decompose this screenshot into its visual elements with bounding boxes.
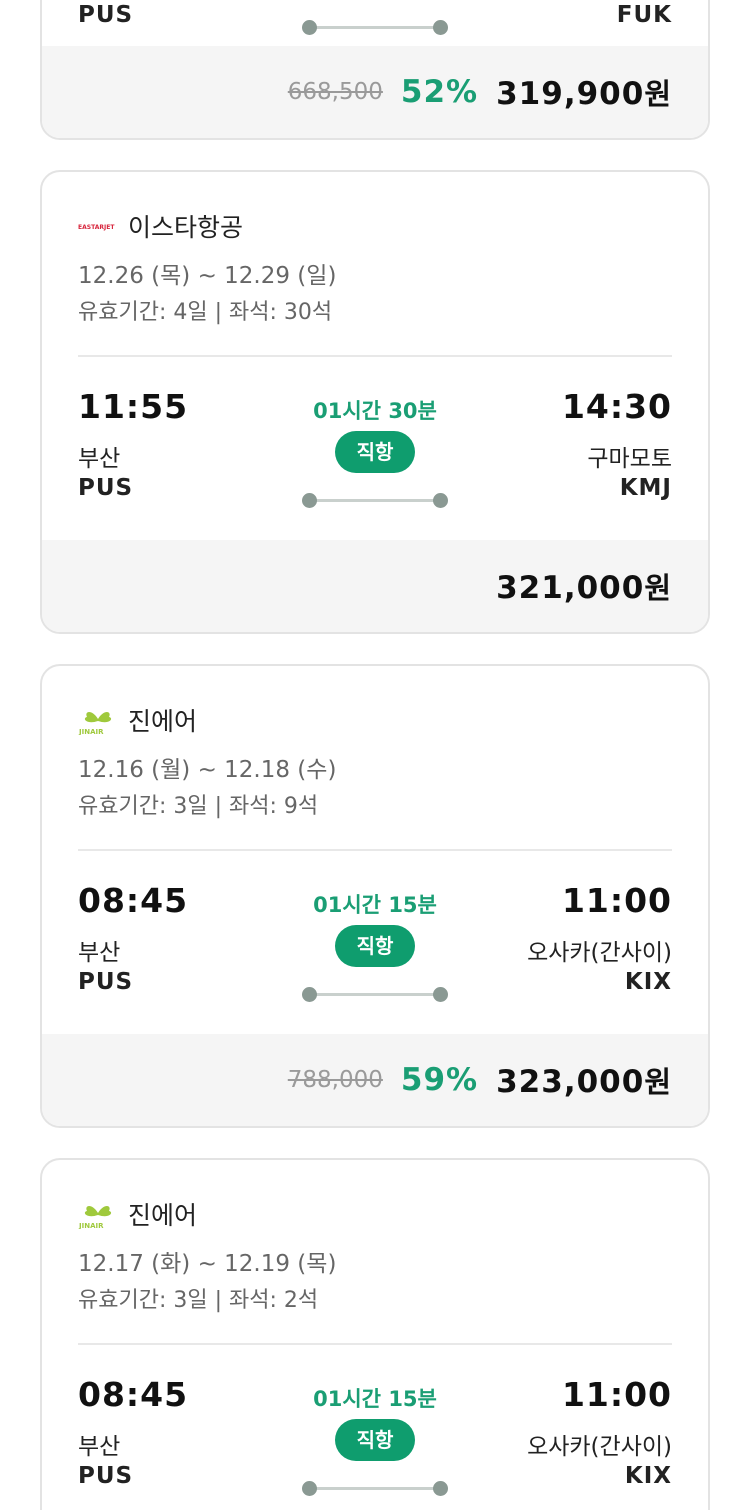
deal-card[interactable]: JINAIR 진에어 12.17 (화) ~ 12.19 (목) 유효기간: 3… <box>40 1158 710 1510</box>
flight-row: 08:45 부산 PUS 01시간 15분 직항 11:00 오사카(간사이) … <box>78 851 672 1003</box>
departure-code: PUS <box>78 1463 134 1489</box>
arrival-time: 14:30 <box>561 387 672 426</box>
price-area: 788,000 59% 323,000원 <box>42 1034 708 1126</box>
airline-name: 이스타항공 <box>128 213 244 242</box>
airline-name: 진에어 <box>128 707 198 736</box>
arrival-dot <box>433 20 448 35</box>
route-bar <box>310 499 440 502</box>
arrival-dot <box>433 493 448 508</box>
currency-unit: 원 <box>644 1065 672 1099</box>
departure-dot <box>302 493 317 508</box>
arrival-code: KMJ <box>619 475 672 501</box>
jinair-logo-icon: JINAIR <box>78 1199 118 1229</box>
departure-code: PUS <box>78 2 134 28</box>
svg-text:JINAIR: JINAIR <box>78 728 104 735</box>
flight-row: 08:45 부산 PUS 01시간 15분 직항 11:00 오사카(간사이) … <box>78 1345 672 1497</box>
sale-price: 323,000원 <box>496 1059 672 1101</box>
arrival-code: KIX <box>624 969 672 995</box>
original-price: 668,500 <box>287 79 383 105</box>
svg-text:JINAIR: JINAIR <box>78 1222 104 1229</box>
price-amount: 321,000 <box>496 570 645 606</box>
departure-dot <box>302 987 317 1002</box>
departure-dot <box>302 20 317 35</box>
route-line <box>302 987 448 1003</box>
deal-list: PUS FUK 668,500 52% 319,900원 EASTAR JET <box>0 0 750 1510</box>
currency-unit: 원 <box>644 77 672 111</box>
validity-seats: 유효기간: 3일 | 좌석: 9석 <box>78 794 319 819</box>
direct-flight-badge: 직항 <box>335 925 415 967</box>
flight-row: PUS FUK <box>78 0 672 36</box>
price-amount: 319,900 <box>496 76 645 112</box>
departure-city: 부산 <box>78 940 121 966</box>
arrival-city: 오사카(간사이) <box>527 1434 672 1460</box>
departure-code: PUS <box>78 475 134 501</box>
airline-row: JINAIR 진에어 <box>78 698 672 742</box>
price-area: 668,500 52% 319,900원 <box>42 46 708 138</box>
sale-price: 319,900원 <box>496 71 672 113</box>
travel-dates: 12.17 (화) ~ 12.19 (목) <box>78 1251 337 1277</box>
validity-seats: 유효기간: 3일 | 좌석: 2석 <box>78 1288 319 1313</box>
flight-row: 11:55 부산 PUS 01시간 30분 직항 14:30 구마모토 KMJ <box>78 357 672 509</box>
departure-city: 부산 <box>78 1434 121 1460</box>
route-line <box>302 1481 448 1497</box>
airline-row: JINAIR 진에어 <box>78 1192 672 1236</box>
discount-rate: 59% <box>400 1062 479 1098</box>
deal-card[interactable]: PUS FUK 668,500 52% 319,900원 <box>40 0 710 140</box>
departure-code: PUS <box>78 969 134 995</box>
currency-unit: 원 <box>644 571 672 605</box>
arrival-dot <box>433 1481 448 1496</box>
price-area: 321,000원 <box>42 540 708 632</box>
validity-seats: 유효기간: 4일 | 좌석: 30석 <box>78 300 333 325</box>
deal-card[interactable]: EASTAR JET 이스타항공 12.26 (목) ~ 12.29 (일) 유… <box>40 170 710 634</box>
departure-city: 부산 <box>78 446 121 472</box>
route-bar <box>310 1487 440 1490</box>
arrival-city: 구마모토 <box>587 446 672 472</box>
arrival-dot <box>433 987 448 1002</box>
original-price: 788,000 <box>287 1067 383 1093</box>
arrival-city: 오사카(간사이) <box>527 940 672 966</box>
arrival-time: 11:00 <box>561 881 672 920</box>
price-amount: 323,000 <box>496 1064 645 1100</box>
eastar-jet-logo-icon: EASTAR JET <box>78 211 118 241</box>
discount-rate: 52% <box>400 74 479 110</box>
arrival-time: 11:00 <box>561 1375 672 1414</box>
route-line <box>302 20 448 36</box>
route-line <box>302 493 448 509</box>
svg-text:JET: JET <box>103 224 115 231</box>
arrival-code: FUK <box>616 2 672 28</box>
sale-price: 321,000원 <box>496 565 672 607</box>
travel-dates: 12.16 (월) ~ 12.18 (수) <box>78 757 337 783</box>
arrival-code: KIX <box>624 1463 672 1489</box>
departure-dot <box>302 1481 317 1496</box>
airline-name: 진에어 <box>128 1201 198 1230</box>
direct-flight-badge: 직항 <box>335 1419 415 1461</box>
route-bar <box>310 993 440 996</box>
airline-row: EASTAR JET 이스타항공 <box>78 204 672 248</box>
svg-text:EASTAR: EASTAR <box>78 224 104 231</box>
route-bar <box>310 26 440 29</box>
direct-flight-badge: 직항 <box>335 431 415 473</box>
travel-dates: 12.26 (목) ~ 12.29 (일) <box>78 263 337 289</box>
jinair-logo-icon: JINAIR <box>78 705 118 735</box>
deal-card[interactable]: JINAIR 진에어 12.16 (월) ~ 12.18 (수) 유효기간: 3… <box>40 664 710 1128</box>
